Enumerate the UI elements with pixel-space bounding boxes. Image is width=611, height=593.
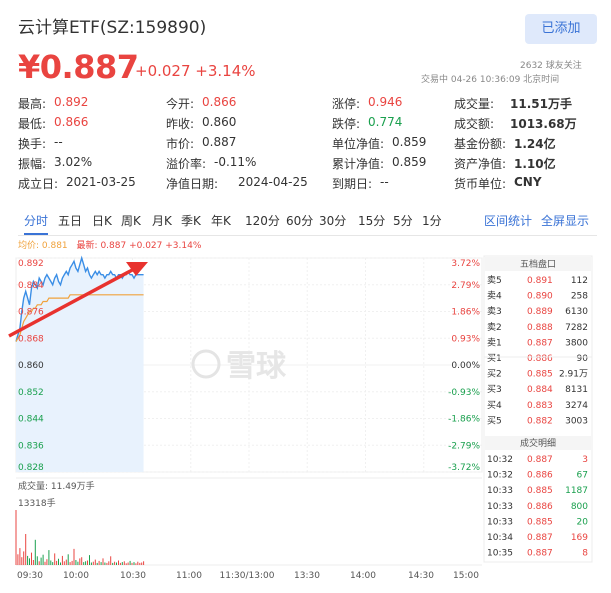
trade-time: 10:33 [487, 517, 513, 527]
watermark-text: 雪球 [226, 349, 287, 384]
trade-time: 10:34 [487, 533, 513, 543]
xueqiu-logo-icon [191, 349, 221, 379]
y-pct-tick-label: -1.86% [448, 415, 480, 425]
orderbook-price: 0.888 [527, 323, 553, 333]
orderbook-price: 0.890 [527, 292, 553, 302]
trade-time: 10:33 [487, 502, 513, 512]
x-tick-label: 13:30 [294, 571, 320, 581]
orderbook-label: 卖2 [487, 322, 502, 333]
y-pct-tick-label: 0.00% [451, 361, 480, 371]
trade-time: 10:32 [487, 455, 513, 465]
orderbook-label: 买3 [487, 384, 502, 395]
x-tick-label: 11:00 [176, 571, 202, 581]
orderbook-price: 0.891 [527, 276, 553, 286]
trade-time: 10:35 [487, 549, 513, 559]
y-pct-tick-label: -3.72% [448, 463, 480, 473]
orderbook-label: 卖4 [487, 291, 502, 302]
orderbook-volume: 2.91万 [559, 370, 588, 380]
orderbook-volume: 6130 [565, 307, 588, 317]
y-tick-label: 0.892 [18, 259, 44, 269]
x-tick-label: 10:00 [63, 571, 89, 581]
y-tick-label: 0.884 [18, 281, 44, 291]
orderbook-price: 0.882 [527, 416, 553, 426]
y-pct-tick-label: 1.86% [451, 308, 480, 318]
trade-time: 10:32 [487, 471, 513, 481]
orderbook-label: 买1 [487, 353, 502, 364]
trade-price: 0.886 [527, 471, 553, 481]
y-pct-tick-label: 2.79% [451, 281, 480, 291]
orderbook-label: 买4 [487, 400, 502, 411]
volume-max-label: 13318手 [18, 497, 56, 509]
y-pct-tick-label: -2.79% [448, 441, 480, 451]
trade-volume: 3 [582, 455, 588, 465]
orderbook-label: 卖1 [487, 337, 502, 348]
y-pct-tick-label: 0.93% [451, 334, 480, 344]
orderbook-volume: 7282 [565, 323, 588, 333]
orderbook-label: 买5 [487, 415, 502, 426]
volume-title: 成交量: 11.49万手 [18, 480, 95, 492]
orderbook-price: 0.883 [527, 401, 553, 411]
trade-volume: 1187 [565, 486, 588, 496]
y-tick-label: 0.860 [18, 361, 44, 371]
orderbook-label: 卖5 [487, 275, 502, 286]
trade-price: 0.887 [527, 549, 553, 559]
orderbook-price: 0.886 [527, 354, 553, 364]
orderbook-price: 0.889 [527, 307, 553, 317]
trade-volume: 20 [577, 517, 589, 527]
orderbook-title: 五档盘口 [520, 258, 556, 270]
x-tick-label: 11:30/13:00 [220, 571, 275, 581]
trade-time: 10:33 [487, 486, 513, 496]
orderbook-volume: 90 [577, 354, 589, 364]
orderbook-price: 0.885 [527, 370, 553, 380]
orderbook-volume: 3003 [565, 416, 588, 426]
trade-volume: 67 [577, 471, 588, 481]
x-tick-label: 14:00 [350, 571, 376, 581]
trade-price: 0.887 [527, 533, 553, 543]
y-pct-tick-label: -0.93% [448, 388, 480, 398]
trade-volume: 169 [571, 533, 588, 543]
orderbook-volume: 8131 [565, 385, 588, 395]
trade-price: 0.885 [527, 517, 553, 527]
trade-volume: 800 [571, 502, 588, 512]
x-tick-label: 10:30 [120, 571, 146, 581]
orderbook-volume: 112 [571, 276, 588, 286]
y-tick-label: 0.876 [18, 308, 44, 318]
y-tick-label: 0.868 [18, 334, 44, 344]
y-tick-label: 0.852 [18, 388, 44, 398]
orderbook-volume: 258 [571, 292, 588, 302]
trades-title: 成交明细 [520, 437, 556, 449]
y-tick-label: 0.844 [18, 415, 44, 425]
y-tick-label: 0.836 [18, 441, 44, 451]
orderbook-label: 卖3 [487, 306, 502, 317]
x-tick-label: 09:30 [17, 571, 43, 581]
x-tick-label: 15:00 [453, 571, 479, 581]
trade-price: 0.887 [527, 455, 553, 465]
x-tick-label: 14:30 [408, 571, 434, 581]
orderbook-label: 买2 [487, 369, 502, 380]
orderbook-volume: 3274 [565, 401, 588, 411]
trade-price: 0.886 [527, 502, 553, 512]
orderbook-price: 0.887 [527, 338, 553, 348]
y-tick-label: 0.828 [18, 463, 44, 473]
trade-price: 0.885 [527, 486, 553, 496]
orderbook-volume: 3800 [565, 338, 588, 348]
intraday-chart: 雪球 0.892 0.884 0.876 0.868 0.860 0.852 0.844 0.8… [8, 255, 593, 581]
trade-volume: 8 [582, 549, 588, 559]
orderbook-price: 0.884 [527, 385, 553, 395]
y-pct-tick-label: 3.72% [451, 259, 480, 269]
